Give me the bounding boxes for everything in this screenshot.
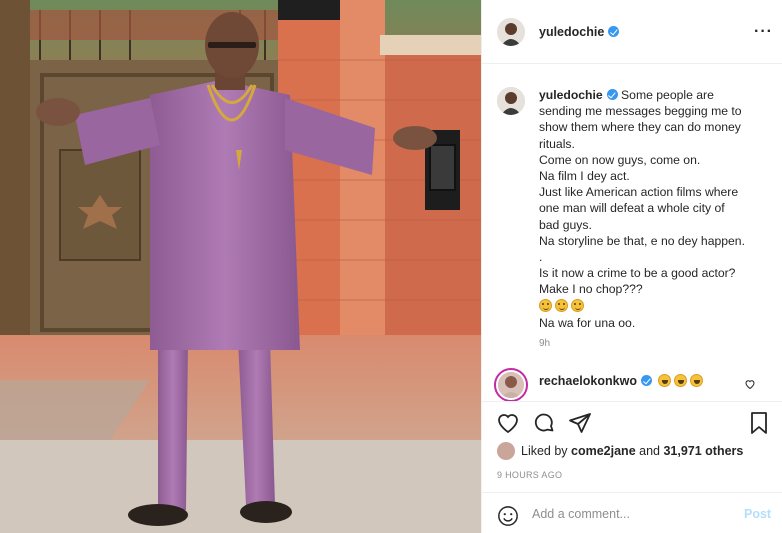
emoji-picker-icon[interactable] xyxy=(497,505,519,527)
action-bar xyxy=(482,401,782,441)
add-comment-bar: Post xyxy=(482,492,782,533)
caption-line: Just like American action films where xyxy=(539,185,739,200)
caption-line: Na wa for una oo. xyxy=(539,315,636,330)
likes-count[interactable]: 31,971 others xyxy=(663,444,743,458)
likes-summary: Liked by come2jane and 31,971 others xyxy=(497,442,743,462)
author-username-text[interactable]: yuledochie xyxy=(539,25,604,39)
commenter-avatar[interactable] xyxy=(494,368,528,401)
grinning-face-emoji xyxy=(555,298,568,312)
caption-line: show them where they can do money xyxy=(539,120,741,135)
caption-line: rituals. xyxy=(539,136,575,151)
caption-line: . xyxy=(539,250,543,265)
caption-line: Is it now a crime to be a good actor? xyxy=(539,266,736,281)
caption-line: bad guys. xyxy=(539,217,592,232)
comment: rechaelokonkwo xyxy=(539,374,704,388)
caption-line: Na film I dey act. xyxy=(539,169,630,184)
share-icon[interactable] xyxy=(568,411,592,435)
commenter-username[interactable]: rechaelokonkwo xyxy=(539,374,637,388)
post-caption: yuledochie Some people are sending me me… xyxy=(539,87,767,331)
like-comment-heart-icon[interactable] xyxy=(744,378,756,390)
laughing-face-emoji xyxy=(658,374,672,387)
caption-author-avatar[interactable] xyxy=(497,87,525,115)
caption-area: yuledochie Some people are sending me me… xyxy=(482,65,782,401)
comment-input[interactable] xyxy=(532,504,732,524)
verified-badge-icon xyxy=(640,375,652,386)
caption-line: sending me messages begging me to xyxy=(539,104,742,119)
caption-emoji-row xyxy=(539,298,767,315)
heart-icon[interactable] xyxy=(496,411,520,435)
verified-badge-icon xyxy=(608,26,620,37)
caption-line: Make I no chop??? xyxy=(539,282,643,297)
author-avatar[interactable] xyxy=(497,18,525,46)
likes-middle: and xyxy=(635,444,664,458)
post-photo[interactable] xyxy=(0,0,481,533)
ellipsis-icon[interactable]: ··· xyxy=(754,24,773,40)
likes-prefix: Liked by xyxy=(521,444,572,458)
caption-line: Some people are xyxy=(617,88,714,102)
caption-username[interactable]: yuledochie xyxy=(539,88,603,102)
bookmark-icon[interactable] xyxy=(747,411,771,435)
post-image xyxy=(0,0,481,533)
laughing-face-emoji xyxy=(674,374,688,387)
caption-line: Na storyline be that, e no dey happen. xyxy=(539,233,745,248)
comment-icon[interactable] xyxy=(532,411,556,435)
grinning-face-emoji xyxy=(539,298,552,312)
caption-first-line: yuledochie Some people are xyxy=(539,87,767,103)
liker-avatar[interactable] xyxy=(497,442,515,460)
post-detail-panel: yuledochie ··· yuledochie Some people ar… xyxy=(481,0,782,533)
laughing-face-emoji xyxy=(690,374,704,387)
post-header: yuledochie ··· xyxy=(482,0,782,64)
liker-username[interactable]: come2jane xyxy=(571,444,636,458)
post-timestamp[interactable]: 9 HOURS AGO xyxy=(497,470,562,480)
author-username[interactable]: yuledochie xyxy=(539,25,620,39)
caption-line: Come on now guys, come on. xyxy=(539,152,701,167)
post-comment-button[interactable]: Post xyxy=(744,507,771,521)
grinning-face-emoji xyxy=(571,298,584,312)
verified-badge-icon xyxy=(606,89,618,100)
caption-time[interactable]: 9h xyxy=(539,338,550,349)
caption-line: one man will defeat a whole city of xyxy=(539,201,725,216)
